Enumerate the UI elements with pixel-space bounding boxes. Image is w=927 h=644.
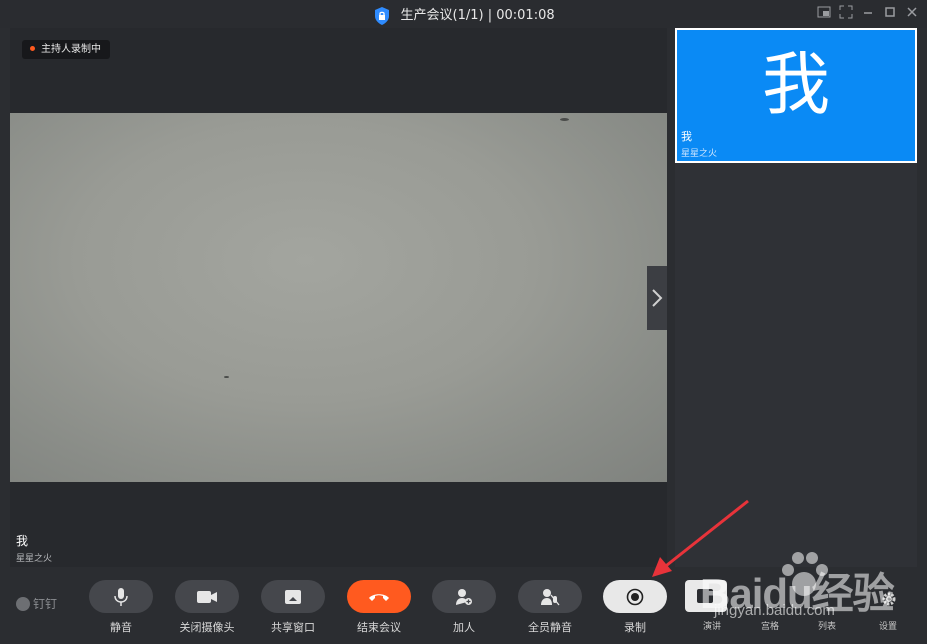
meeting-title: 生产会议(1/1) | 00:01:08 bbox=[400, 8, 555, 23]
share-window-icon bbox=[285, 589, 301, 604]
share-window-button[interactable] bbox=[261, 580, 325, 613]
add-person-label: 加人 bbox=[453, 621, 475, 634]
camera-toggle-button[interactable] bbox=[175, 580, 239, 613]
minimize-icon[interactable] bbox=[859, 5, 877, 23]
dingtalk-logo-icon bbox=[16, 596, 30, 611]
brand-label: 钉钉 bbox=[33, 597, 58, 611]
mute-all-label: 全员静音 bbox=[528, 621, 572, 634]
list-view-label: 列表 bbox=[817, 622, 836, 632]
settings-button[interactable] bbox=[879, 591, 899, 611]
self-name: 我 bbox=[681, 130, 692, 143]
record-icon bbox=[626, 588, 644, 605]
participant-name: 我 bbox=[16, 534, 29, 548]
title-bar: 生产会议(1/1) | 00:01:08 bbox=[0, 0, 927, 28]
dust-speck bbox=[560, 118, 569, 121]
recording-badge-label: 主持人录制中 bbox=[41, 44, 101, 55]
close-icon[interactable] bbox=[903, 5, 921, 23]
dingtalk-brand: 钉钉 bbox=[16, 595, 57, 612]
speaker-view-label: 演讲 bbox=[702, 622, 721, 632]
next-page-arrow[interactable] bbox=[647, 266, 667, 330]
camera-feed bbox=[10, 113, 667, 482]
mute-all-button[interactable] bbox=[518, 580, 582, 613]
record-label: 录制 bbox=[624, 621, 646, 634]
meeting-toolbar: 钉钉 静音 关闭摄像头 共享窗口 结束会议 加人 全员静音 录制 演讲 宫格 列… bbox=[0, 567, 927, 644]
mute-button[interactable] bbox=[89, 580, 153, 613]
pip-icon[interactable] bbox=[815, 5, 833, 23]
add-person-icon bbox=[456, 588, 472, 605]
settings-label: 设置 bbox=[878, 622, 897, 632]
maximize-icon[interactable] bbox=[881, 5, 899, 23]
recording-dot-icon bbox=[30, 46, 35, 51]
annotation-arrow-icon bbox=[652, 499, 749, 577]
end-meeting-label: 结束会议 bbox=[357, 621, 401, 634]
participant-side-panel: 我 我 星星之火 bbox=[675, 28, 917, 567]
main-video-area[interactable]: 主持人录制中 我 星星之火 bbox=[10, 28, 667, 567]
lock-shield-icon bbox=[375, 6, 390, 25]
window-title: 生产会议(1/1) | 00:01:08 bbox=[0, 4, 927, 26]
self-video-tile[interactable]: 我 我 星星之火 bbox=[675, 28, 917, 163]
add-person-button[interactable] bbox=[432, 580, 496, 613]
mute-label: 静音 bbox=[110, 621, 132, 634]
fullscreen-icon[interactable] bbox=[837, 5, 855, 23]
self-subtitle: 星星之火 bbox=[681, 149, 718, 159]
gear-icon bbox=[882, 592, 896, 606]
mute-all-icon bbox=[541, 588, 560, 605]
chevron-right-icon bbox=[652, 289, 663, 307]
participant-subtitle: 星星之火 bbox=[16, 554, 53, 564]
microphone-icon bbox=[114, 587, 128, 606]
share-window-label: 共享窗口 bbox=[271, 621, 315, 634]
camera-toggle-label: 关闭摄像头 bbox=[179, 621, 235, 634]
recording-badge: 主持人录制中 bbox=[22, 40, 110, 59]
end-meeting-button[interactable] bbox=[347, 580, 411, 613]
grid-view-label: 宫格 bbox=[760, 622, 779, 632]
camera-icon bbox=[197, 590, 217, 603]
self-avatar-char: 我 bbox=[761, 46, 830, 125]
end-call-icon bbox=[369, 593, 389, 601]
dust-speck bbox=[224, 376, 229, 378]
